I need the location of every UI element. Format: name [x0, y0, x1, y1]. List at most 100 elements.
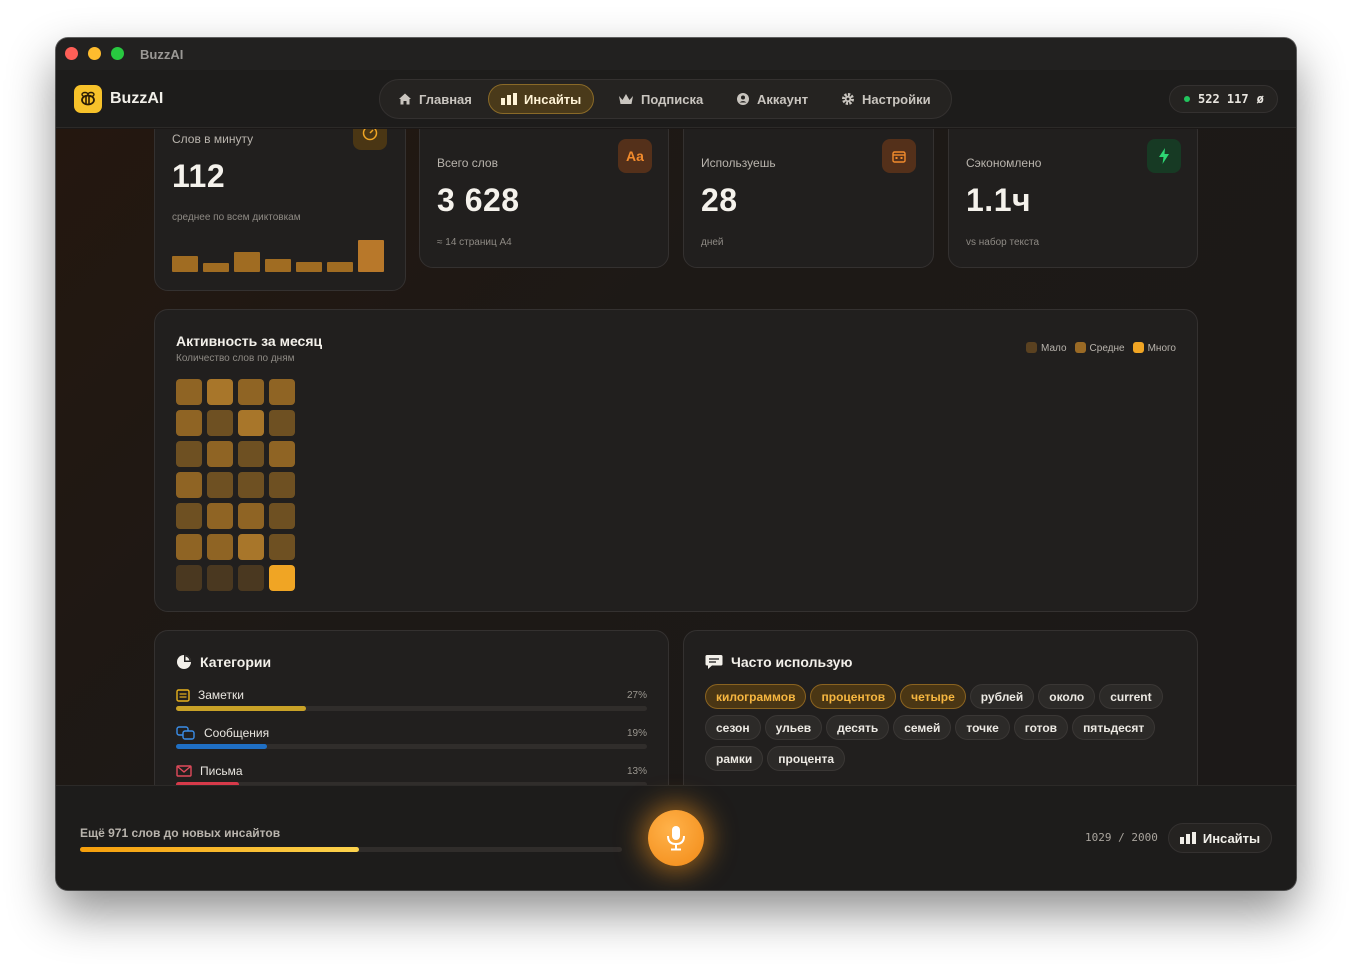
nav-insights[interactable]: Инсайты — [488, 84, 595, 114]
activity-card: Активность за месяц Количество слов по д… — [154, 309, 1198, 612]
text-aa-icon: Aa — [618, 139, 652, 173]
stat-sub: vs набор текста — [966, 237, 1040, 248]
heatmap-cell[interactable] — [176, 379, 202, 405]
stat-card-days-used: Используешь 28 дней — [683, 129, 934, 268]
categories-title: Категории — [200, 654, 272, 670]
minimize-window-button[interactable] — [88, 47, 101, 60]
insights-button-label: Инсайты — [1202, 830, 1261, 846]
heatmap-cell[interactable] — [238, 565, 264, 591]
stat-label: Всего слов — [437, 156, 498, 170]
heatmap-cell[interactable] — [176, 503, 202, 529]
pie-chart-icon — [177, 655, 191, 669]
frequent-header: Часто использую — [705, 654, 852, 670]
insights-progress-track — [80, 847, 622, 852]
heatmap-cell[interactable] — [176, 472, 202, 498]
stat-sub: среднее по всем диктовкам — [172, 212, 301, 223]
heatmap-cell[interactable] — [269, 379, 295, 405]
legend-item: Много — [1132, 342, 1176, 354]
heatmap-cell[interactable] — [207, 410, 233, 436]
stat-sub: дней — [701, 237, 724, 248]
categories-card: Категории Заметки 27% Сообщения 19% Пись… — [154, 630, 669, 785]
legend-label: Мало — [1041, 343, 1067, 354]
gear-icon — [842, 93, 854, 105]
user-circle-icon — [737, 93, 749, 105]
envelope-icon — [176, 765, 192, 777]
insights-button[interactable]: Инсайты — [1168, 823, 1272, 853]
heatmap-cell[interactable] — [238, 503, 264, 529]
nav-settings[interactable]: Настройки — [829, 84, 943, 114]
activity-legend: Мало Средне Много — [1026, 342, 1176, 354]
word-chip[interactable]: килограммов — [705, 684, 807, 709]
stat-card-total-words: Всего слов Aa 3 628 ≈ 14 страниц А4 — [419, 129, 669, 268]
heatmap-cell[interactable] — [269, 503, 295, 529]
category-percent: 27% — [626, 690, 647, 701]
title-bar: BuzzAI — [56, 38, 1296, 70]
word-balance-badge[interactable]: 522 117 ø — [1169, 85, 1278, 113]
wpm-bar — [327, 262, 353, 272]
frequent-title: Часто использую — [731, 654, 853, 670]
word-chip[interactable]: рублей — [969, 684, 1035, 709]
heatmap-cell[interactable] — [269, 472, 295, 498]
legend-item: Мало — [1026, 342, 1067, 354]
nav-home[interactable]: Главная — [386, 84, 484, 114]
category-name: Заметки — [176, 688, 244, 702]
heatmap-cell[interactable] — [269, 565, 295, 591]
close-window-button[interactable] — [65, 47, 78, 60]
word-chip[interactable]: около — [1038, 684, 1096, 709]
heatmap-cell[interactable] — [238, 534, 264, 560]
nav-settings-label: Настройки — [862, 91, 931, 107]
legend-label: Средне — [1089, 343, 1125, 354]
stat-card-time-saved: Сэкономлено 1.1ч vs набор текста — [948, 129, 1198, 268]
word-chip[interactable]: сезон — [705, 715, 761, 740]
word-chip[interactable]: десять — [826, 715, 890, 740]
stat-card-wpm: Слов в минуту 112 среднее по всем диктов… — [154, 129, 406, 291]
heatmap-cell[interactable] — [269, 534, 295, 560]
word-chip[interactable]: точке — [955, 715, 1010, 740]
heatmap-cell[interactable] — [176, 410, 202, 436]
activity-title: Активность за месяц — [176, 333, 323, 349]
heatmap-cell[interactable] — [238, 379, 264, 405]
bee-logo-icon — [74, 85, 102, 113]
category-label: Письма — [200, 764, 243, 778]
nav-subscription[interactable]: Подписка — [606, 84, 715, 114]
word-chip[interactable]: семей — [893, 715, 952, 740]
word-chip[interactable]: четыре — [900, 684, 966, 709]
wpm-bar — [234, 252, 260, 272]
insights-progress-label: Ещё 971 слов до новых инсайтов — [80, 826, 281, 840]
microphone-icon — [667, 826, 685, 851]
stat-label: Используешь — [701, 156, 776, 170]
heatmap-cell[interactable] — [207, 565, 233, 591]
bar-chart-icon — [501, 93, 517, 105]
heatmap-cell[interactable] — [238, 472, 264, 498]
chat-bubbles-icon — [176, 726, 195, 740]
crown-icon — [619, 93, 633, 104]
heatmap-cell[interactable] — [207, 441, 233, 467]
online-status-dot — [1184, 96, 1190, 102]
heatmap-cell[interactable] — [207, 472, 233, 498]
heatmap-cell[interactable] — [176, 534, 202, 560]
nav-account[interactable]: Аккаунт — [724, 84, 820, 114]
calendar-icon — [882, 139, 916, 173]
heatmap-cell[interactable] — [238, 441, 264, 467]
nav-subscription-label: Подписка — [641, 91, 704, 107]
record-button[interactable] — [648, 810, 704, 866]
heatmap-cell[interactable] — [269, 410, 295, 436]
heatmap-cell[interactable] — [269, 441, 295, 467]
word-chip[interactable]: current — [1099, 684, 1163, 709]
stat-value: 1.1ч — [966, 182, 1032, 218]
heatmap-cell[interactable] — [207, 379, 233, 405]
heatmap-cell[interactable] — [176, 565, 202, 591]
heatmap-cell[interactable] — [207, 534, 233, 560]
zoom-window-button[interactable] — [111, 47, 124, 60]
word-chip[interactable]: процента — [767, 746, 846, 771]
heatmap-cell[interactable] — [207, 503, 233, 529]
heatmap-cell[interactable] — [238, 410, 264, 436]
wpm-bar — [296, 262, 322, 272]
word-chip[interactable]: пятьдесят — [1072, 715, 1156, 740]
heatmap-cell[interactable] — [176, 441, 202, 467]
word-chip[interactable]: ульев — [764, 715, 823, 740]
nav-home-label: Главная — [419, 91, 472, 107]
word-chip[interactable]: рамки — [705, 746, 764, 771]
word-chip[interactable]: процентов — [810, 684, 897, 709]
word-chip[interactable]: готов — [1013, 715, 1069, 740]
